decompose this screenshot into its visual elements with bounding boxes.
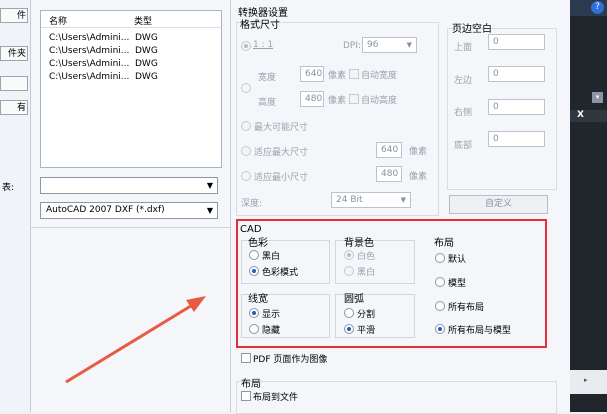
arrow-shaft	[65, 302, 195, 384]
annotation-arrow	[65, 296, 206, 384]
arrow-head	[186, 296, 206, 312]
